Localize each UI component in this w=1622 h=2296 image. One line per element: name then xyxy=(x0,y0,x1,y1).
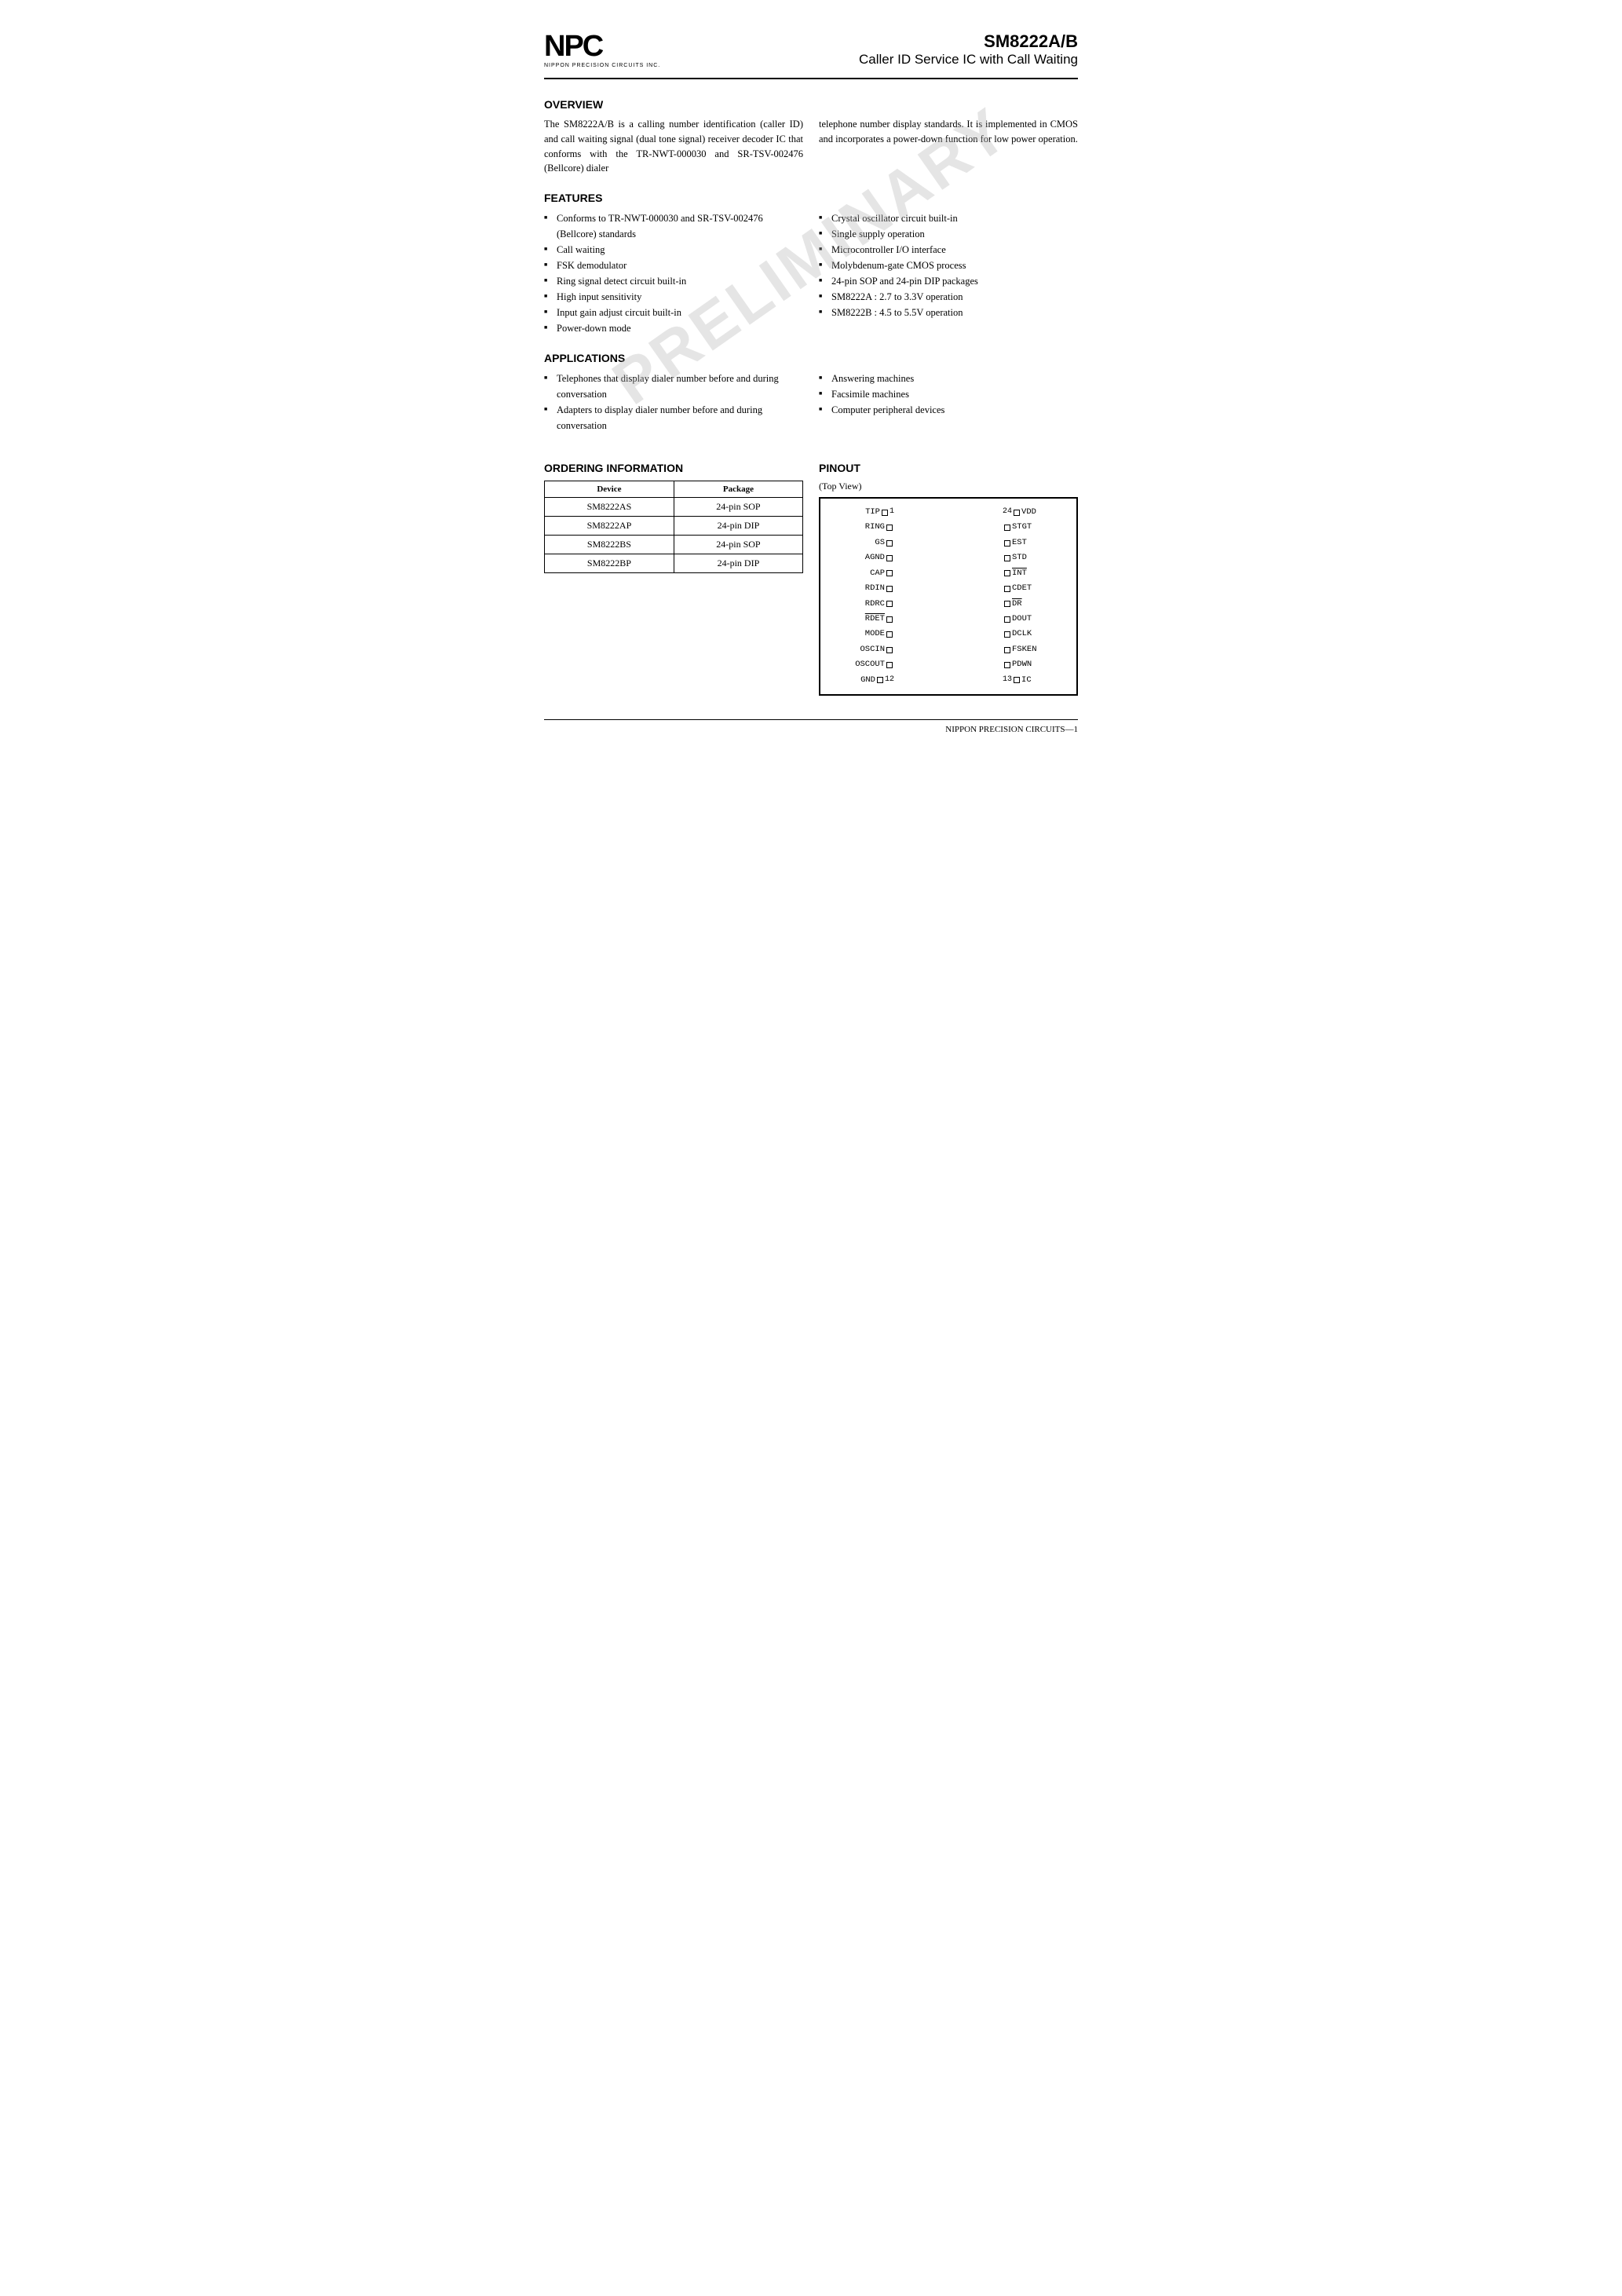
ordering-section: ORDERING INFORMATION Device Package SM82… xyxy=(544,446,803,696)
list-item: Adapters to display dialer number before… xyxy=(544,402,803,433)
pin-square xyxy=(1004,662,1010,668)
pin-square xyxy=(877,677,883,683)
table-cell: SM8222BP xyxy=(545,554,674,573)
pin-square xyxy=(886,525,893,531)
page-footer: NIPPON PRECISION CIRCUITS—1 xyxy=(544,719,1078,734)
pin-row: OSCINFSKEN xyxy=(824,642,1073,657)
list-item: SM8222A : 2.7 to 3.3V operation xyxy=(819,289,1078,305)
ordering-col-device: Device xyxy=(545,481,674,498)
pin-square xyxy=(1004,540,1010,547)
ordering-col-package: Package xyxy=(674,481,802,498)
pin-square xyxy=(1004,631,1010,638)
pin-row: CAPINT xyxy=(824,566,1073,581)
npc-logo: NPC xyxy=(544,31,602,61)
list-item: SM8222B : 4.5 to 5.5V operation xyxy=(819,305,1078,320)
pin-square xyxy=(886,586,893,592)
title-area: SM8222A/B Caller ID Service IC with Call… xyxy=(859,31,1078,68)
table-cell: 24-pin DIP xyxy=(674,517,802,536)
overview-content: The SM8222A/B is a calling number identi… xyxy=(544,117,1078,176)
list-item: Microcontroller I/O interface xyxy=(819,242,1078,258)
list-item: Computer peripheral devices xyxy=(819,402,1078,418)
table-cell: 24-pin SOP xyxy=(674,536,802,554)
pin-row: RDINCDET xyxy=(824,581,1073,596)
pin-row: GND1213IC xyxy=(824,673,1073,688)
pin-square xyxy=(886,616,893,623)
footer-text: NIPPON PRECISION CIRCUITS—1 xyxy=(945,725,1078,734)
overview-text-left: The SM8222A/B is a calling number identi… xyxy=(544,117,803,176)
pin-row: RINGSTGT xyxy=(824,520,1073,535)
list-item: High input sensitivity xyxy=(544,289,803,305)
list-item: Molybdenum-gate CMOS process xyxy=(819,258,1078,273)
features-content: Conforms to TR-NWT-000030 and SR-TSV-002… xyxy=(544,210,1078,336)
pin-square xyxy=(886,601,893,607)
page-header: NPC NIPPON PRECISION CIRCUITS INC. SM822… xyxy=(544,31,1078,79)
pin-square xyxy=(1004,616,1010,623)
pin-row: MODEDCLK xyxy=(824,627,1073,642)
ordering-table: Device Package SM8222AS24-pin SOPSM8222A… xyxy=(544,481,803,573)
list-item: 24-pin SOP and 24-pin DIP packages xyxy=(819,273,1078,289)
table-row: SM8222AP24-pin DIP xyxy=(545,517,803,536)
features-right-list: Crystal oscillator circuit built-inSingl… xyxy=(819,210,1078,336)
applications-right-list: Answering machinesFacsimile machinesComp… xyxy=(819,371,1078,433)
list-item: Conforms to TR-NWT-000030 and SR-TSV-002… xyxy=(544,210,803,242)
features-left-list: Conforms to TR-NWT-000030 and SR-TSV-002… xyxy=(544,210,803,336)
pin-square xyxy=(1014,677,1020,683)
table-row: SM8222AS24-pin SOP xyxy=(545,498,803,517)
features-title: FEATURES xyxy=(544,192,1078,204)
overview-text-right: telephone number display standards. It i… xyxy=(819,117,1078,176)
list-item: Single supply operation xyxy=(819,226,1078,242)
part-subtitle: Caller ID Service IC with Call Waiting xyxy=(859,52,1078,68)
pin-row: RDRCDR xyxy=(824,597,1073,612)
applications-title: APPLICATIONS xyxy=(544,352,1078,364)
pin-row: RDETDOUT xyxy=(824,612,1073,627)
pin-square xyxy=(1004,570,1010,576)
pin-row: TIP124VDD xyxy=(824,505,1073,520)
pin-square xyxy=(886,631,893,638)
pin-square xyxy=(886,540,893,547)
pinout-title: PINOUT xyxy=(819,462,1078,474)
list-item: Telephones that display dialer number be… xyxy=(544,371,803,402)
table-cell: SM8222AP xyxy=(545,517,674,536)
table-cell: SM8222BS xyxy=(545,536,674,554)
pin-square xyxy=(1004,647,1010,653)
list-item: Call waiting xyxy=(544,242,803,258)
applications-content: Telephones that display dialer number be… xyxy=(544,371,1078,433)
bottom-grid: ORDERING INFORMATION Device Package SM82… xyxy=(544,446,1078,696)
list-item: Answering machines xyxy=(819,371,1078,386)
part-number: SM8222A/B xyxy=(859,31,1078,52)
logo-area: NPC NIPPON PRECISION CIRCUITS INC. xyxy=(544,31,660,68)
pinout-view-label: (Top View) xyxy=(819,481,1078,492)
pin-square xyxy=(882,510,888,516)
list-item: Facsimile machines xyxy=(819,386,1078,402)
table-row: SM8222BP24-pin DIP xyxy=(545,554,803,573)
table-cell: 24-pin DIP xyxy=(674,554,802,573)
list-item: Input gain adjust circuit built-in xyxy=(544,305,803,320)
pin-square xyxy=(886,647,893,653)
pinout-diagram: TIP124VDDRINGSTGTGSESTAGNDSTDCAPINTRDINC… xyxy=(819,497,1078,696)
list-item: Crystal oscillator circuit built-in xyxy=(819,210,1078,226)
pin-square xyxy=(886,555,893,561)
list-item: FSK demodulator xyxy=(544,258,803,273)
pin-row: OSCOUTPDWN xyxy=(824,657,1073,672)
pin-square xyxy=(886,662,893,668)
overview-title: OVERVIEW xyxy=(544,98,1078,111)
pin-square xyxy=(1004,601,1010,607)
table-row: SM8222BS24-pin SOP xyxy=(545,536,803,554)
npc-subtext: NIPPON PRECISION CIRCUITS INC. xyxy=(544,63,660,68)
list-item: Power-down mode xyxy=(544,320,803,336)
list-item: Ring signal detect circuit built-in xyxy=(544,273,803,289)
table-cell: SM8222AS xyxy=(545,498,674,517)
pin-square xyxy=(886,570,893,576)
pin-square xyxy=(1004,555,1010,561)
pin-square xyxy=(1004,586,1010,592)
ordering-title: ORDERING INFORMATION xyxy=(544,462,803,474)
table-cell: 24-pin SOP xyxy=(674,498,802,517)
pin-row: GSEST xyxy=(824,536,1073,550)
applications-left-list: Telephones that display dialer number be… xyxy=(544,371,803,433)
pin-row: AGNDSTD xyxy=(824,550,1073,565)
pin-square xyxy=(1004,525,1010,531)
pin-square xyxy=(1014,510,1020,516)
pinout-section: PINOUT (Top View) TIP124VDDRINGSTGTGSEST… xyxy=(819,446,1078,696)
